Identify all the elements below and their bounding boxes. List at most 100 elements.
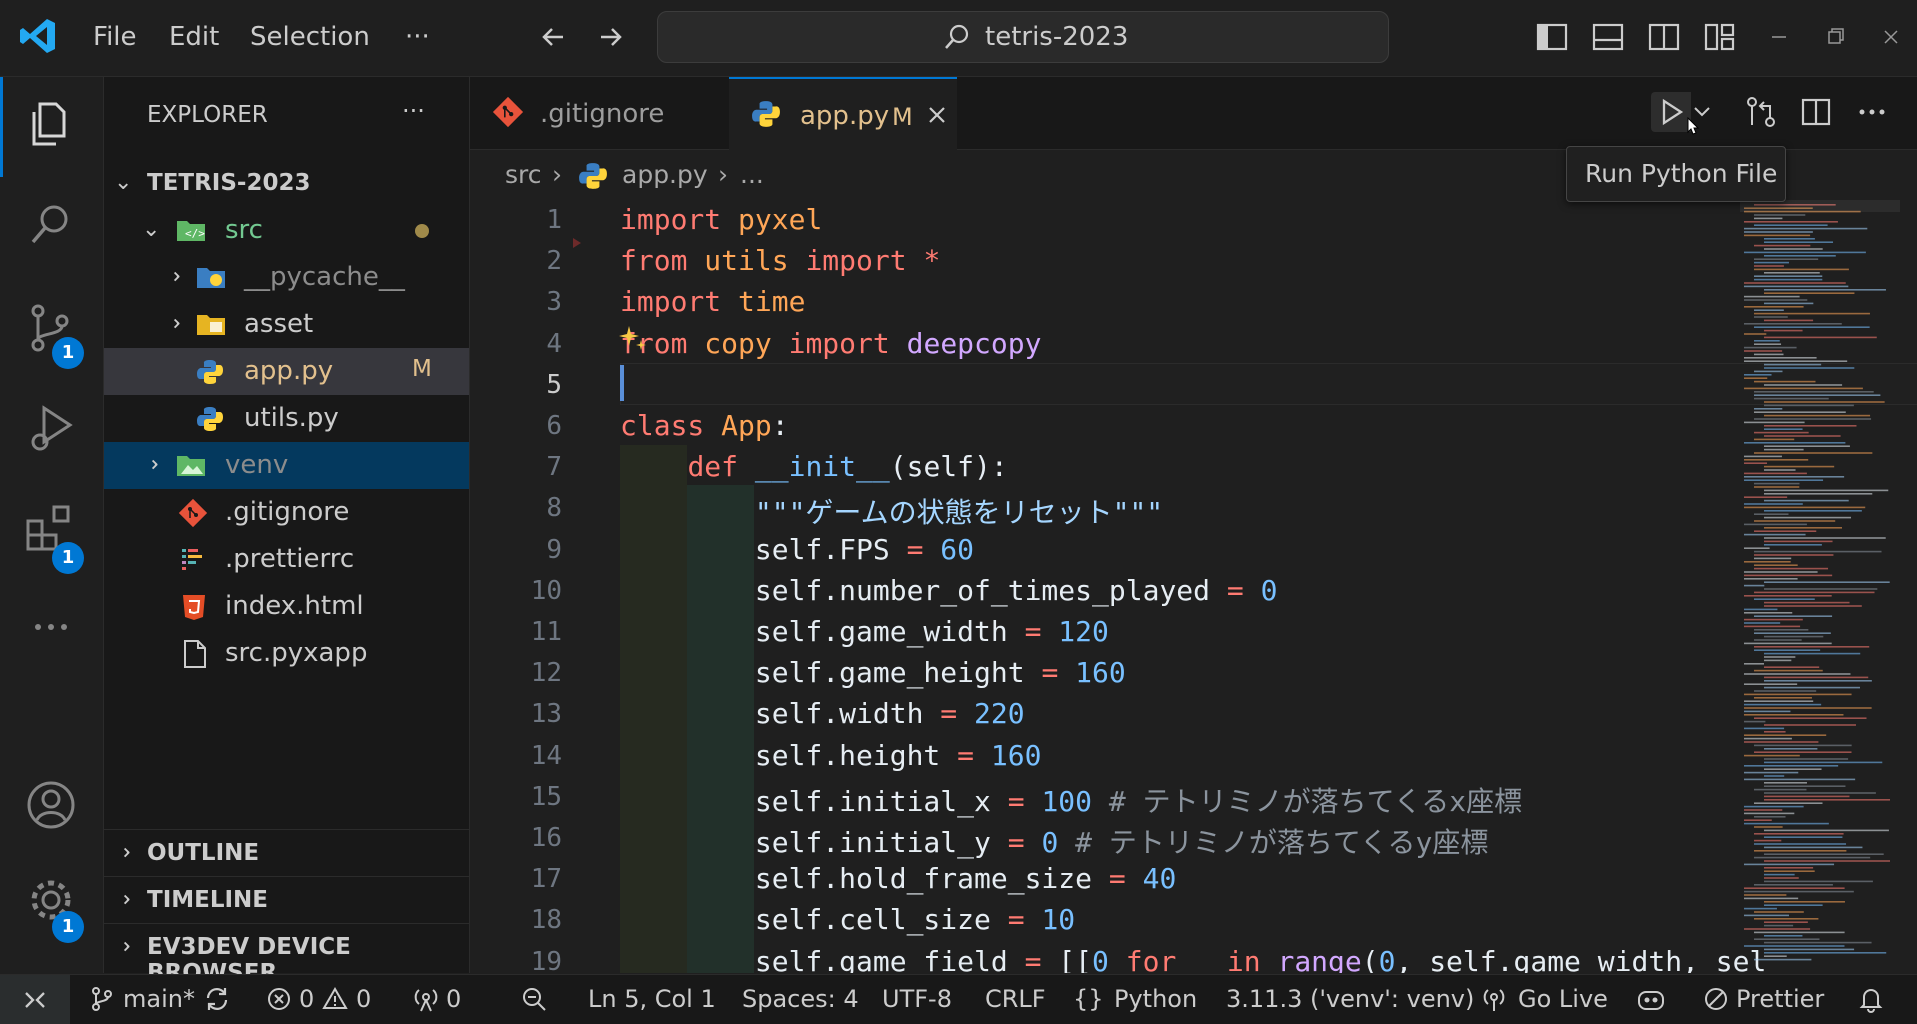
breadcrumb-src[interactable]: src	[505, 160, 542, 189]
breadcrumb-symbols[interactable]: ...	[740, 160, 764, 189]
menu-edit[interactable]: Edit	[169, 22, 219, 52]
line-number: 1	[546, 205, 562, 235]
language-mode[interactable]: Python	[1114, 985, 1197, 1013]
minimap-line	[1754, 520, 1836, 522]
current-line-highlight	[620, 363, 1917, 405]
outline-section[interactable]: ⌄ OUTLINE	[104, 829, 469, 877]
error-count[interactable]: 0	[299, 985, 314, 1013]
breadcrumb-app-py[interactable]: app.py	[622, 160, 708, 189]
prettier-status[interactable]: Prettier	[1736, 985, 1824, 1013]
tree-item-asset[interactable]: ⌄ asset	[104, 301, 469, 348]
ev3dev-section[interactable]: ⌄ EV3DEV DEVICE BROWSER	[104, 923, 469, 986]
minimap-line	[1754, 217, 1783, 220]
line-number: 18	[530, 905, 562, 936]
branch-name[interactable]: main*	[123, 985, 195, 1013]
minimap-line	[1744, 894, 1787, 896]
notifications-bell-icon[interactable]	[1857, 985, 1885, 1013]
encoding[interactable]: UTF-8	[882, 985, 952, 1013]
minimap-line	[1754, 938, 1820, 940]
line-endings[interactable]: CRLF	[985, 985, 1046, 1013]
remote-indicator[interactable]	[0, 975, 70, 1024]
line-number: 15	[530, 781, 562, 812]
minimap[interactable]	[1740, 200, 1900, 973]
minimap-line	[1764, 292, 1855, 294]
minimap-line	[1764, 761, 1883, 764]
tree-item-venv[interactable]: ⌄ venv	[104, 442, 469, 489]
tab-gitignore[interactable]: .gitignore	[470, 77, 728, 149]
search-activity-icon[interactable]	[20, 195, 82, 257]
minimap-line	[1754, 530, 1817, 532]
chevron-right-icon: ⌄	[160, 267, 186, 286]
explorer-icon[interactable]	[20, 94, 82, 156]
tree-item-index-html[interactable]: index.html	[104, 583, 469, 630]
minimap-line	[1754, 411, 1846, 413]
svg-text:</>: </>	[185, 227, 205, 240]
close-window-icon[interactable]	[1872, 18, 1910, 56]
tree-item-src-pyxapp[interactable]: src.pyxapp	[104, 630, 469, 677]
menu-more[interactable]: ···	[405, 22, 430, 52]
open-changes-icon[interactable]	[1742, 93, 1780, 131]
tree-item-pycache[interactable]: ⌄ __pycache__	[104, 254, 469, 301]
code-token: # テトリミノが落ちてくるy座標	[1075, 826, 1489, 859]
tree-item-prettierrc[interactable]: .prettierrc	[104, 536, 469, 583]
minimap-line	[1754, 486, 1800, 488]
menu-selection[interactable]: Selection	[250, 22, 370, 52]
code-token: self.height	[620, 738, 958, 772]
forward-arrow-icon[interactable]	[591, 18, 629, 56]
sparkle-copilot-icon[interactable]	[617, 323, 649, 355]
more-actions-icon[interactable]	[1853, 93, 1891, 131]
restore-icon[interactable]	[1816, 18, 1854, 56]
cursor-position[interactable]: Ln 5, Col 1	[588, 985, 716, 1013]
timeline-section[interactable]: ⌄ TIMELINE	[104, 876, 469, 924]
minimap-line	[1744, 462, 1768, 464]
toggle-panel-icon[interactable]	[1589, 18, 1627, 56]
minimap-line	[1764, 605, 1862, 607]
close-tab-icon[interactable]	[925, 103, 949, 127]
minimap-line	[1764, 367, 1855, 369]
toggle-primary-sidebar-icon[interactable]	[1533, 18, 1571, 56]
minimap-line	[1754, 370, 1783, 373]
tree-item-utils-py[interactable]: utils.py	[104, 395, 469, 442]
ports-count[interactable]: 0	[446, 985, 461, 1013]
folder-python-icon	[197, 268, 225, 288]
minimap-line	[1754, 816, 1786, 818]
split-editor-icon[interactable]	[1797, 93, 1835, 131]
toggle-secondary-sidebar-icon[interactable]	[1645, 18, 1683, 56]
explorer-more-button[interactable]: ···	[402, 97, 425, 125]
minimize-icon[interactable]	[1760, 18, 1798, 56]
minimap-line	[1764, 404, 1854, 407]
run-debug-icon[interactable]	[20, 398, 82, 460]
minimap-line	[1754, 884, 1833, 886]
zoom-icon[interactable]	[520, 985, 548, 1013]
tab-app-py[interactable]: app.py M	[729, 77, 957, 151]
sync-icon[interactable]	[203, 985, 231, 1013]
code-editor[interactable]: 1 2 3 4 5 6 7 8 9 10 11 12 13 14 15 16 17 18 19 import pyx…	[470, 200, 1917, 973]
tree-item-src[interactable]: ⌄ </> src	[104, 207, 469, 254]
minimap-line	[1764, 489, 1889, 492]
minimap-line	[1754, 244, 1811, 247]
go-live-button[interactable]: Go Live	[1518, 985, 1608, 1013]
minimap-line	[1754, 598, 1815, 600]
more-activity-icon[interactable]	[20, 596, 82, 658]
code-line: import pyxel	[620, 203, 822, 236]
tree-item-app-py[interactable]: app.py M	[104, 348, 469, 395]
tree-label-gitignore: .gitignore	[225, 497, 350, 527]
warning-count[interactable]: 0	[356, 985, 371, 1013]
back-arrow-icon[interactable]	[535, 18, 573, 56]
line-number: 14	[530, 740, 562, 771]
indentation[interactable]: Spaces: 4	[742, 985, 859, 1013]
workspace-folder-header[interactable]: ⌄ TETRIS-2023	[104, 160, 469, 207]
minimap-line	[1744, 809, 1783, 811]
tree-item-gitignore[interactable]: .gitignore	[104, 489, 469, 536]
accounts-icon[interactable]	[20, 774, 82, 836]
copilot-icon[interactable]	[1636, 985, 1666, 1013]
python-interpreter[interactable]: 3.11.3 ('venv': venv)	[1226, 985, 1474, 1013]
menu-file[interactable]: File	[93, 22, 137, 52]
code-token: """ゲームの状態をリセット"""	[754, 496, 1164, 530]
minimap-line	[1744, 890, 1854, 893]
code-token: =	[1041, 656, 1076, 690]
tab-modified-status: M	[892, 103, 913, 131]
code-token: from	[620, 244, 705, 278]
customize-layout-icon[interactable]	[1701, 18, 1739, 56]
minimap-line	[1754, 309, 1784, 311]
